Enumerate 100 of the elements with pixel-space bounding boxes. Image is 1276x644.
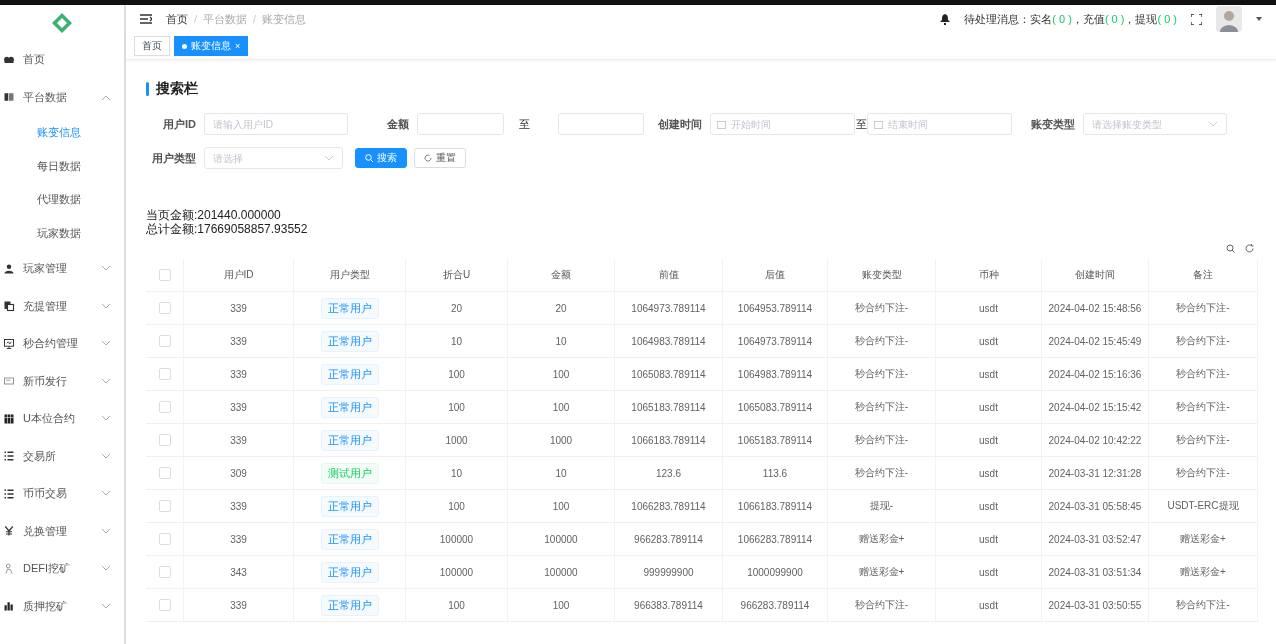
- column-header: 金额: [508, 259, 615, 292]
- table-cell: 100000: [406, 556, 508, 589]
- table-cell: 秒合约下注-: [1149, 325, 1258, 358]
- column-header: 备注: [1149, 259, 1258, 292]
- sidebar-item[interactable]: U本位合约: [0, 400, 124, 438]
- table-cell: 123.6: [615, 457, 723, 490]
- table-cell: 343: [184, 556, 294, 589]
- sidebar-item[interactable]: 平台数据: [0, 78, 124, 116]
- table-cell: 100: [406, 490, 508, 523]
- user-type-tag: 正常用户: [320, 363, 379, 385]
- person-icon: [3, 562, 15, 575]
- row-checkbox[interactable]: [158, 500, 171, 512]
- column-header: 折合U: [406, 259, 508, 292]
- book-icon: [3, 91, 15, 104]
- dropdown-icon[interactable]: [1256, 17, 1262, 21]
- list-icon: [3, 450, 15, 463]
- yen-icon: [3, 525, 15, 538]
- fullscreen-icon[interactable]: [1191, 13, 1202, 25]
- menu-icon[interactable]: [140, 14, 152, 24]
- table-cell: 100: [406, 391, 508, 424]
- user-icon: [3, 262, 15, 275]
- sidebar-item[interactable]: 质押挖矿: [0, 587, 124, 625]
- pending-messages: 待处理消息：实名( 0 )，充值( 0 )，提现( 0 ): [964, 11, 1177, 27]
- user-type-tag: 正常用户: [320, 561, 379, 583]
- bar-chart-icon: [3, 600, 15, 613]
- table-cell: 1065083.789114: [615, 358, 723, 391]
- amount-min-field[interactable]: [417, 113, 504, 135]
- select-all-checkbox[interactable]: [158, 269, 171, 281]
- submenu-item[interactable]: 每日数据: [37, 158, 81, 174]
- row-checkbox[interactable]: [158, 467, 171, 479]
- table-cell: 10: [406, 457, 508, 490]
- card-icon: [3, 375, 15, 388]
- sidebar-item[interactable]: DEFI挖矿: [0, 550, 124, 588]
- table-cell: 966283.789114: [723, 589, 828, 622]
- table-cell: usdt: [936, 457, 1042, 490]
- chevron-icon: [102, 528, 110, 534]
- user-type-tag: 正常用户: [320, 330, 379, 352]
- table-cell: 1064953.789114: [723, 292, 828, 325]
- chevron-icon: [102, 378, 110, 384]
- table-cell: 提现-: [828, 490, 936, 523]
- row-checkbox[interactable]: [158, 401, 171, 413]
- row-checkbox[interactable]: [158, 368, 171, 380]
- user-type-tag: 正常用户: [320, 396, 379, 418]
- table-cell: 100: [406, 358, 508, 391]
- sidebar-item[interactable]: 首页: [0, 41, 124, 79]
- page-tab[interactable]: 首页: [134, 36, 170, 56]
- sidebar-item[interactable]: 兑换管理: [0, 512, 124, 550]
- bell-icon[interactable]: [940, 13, 951, 25]
- table-cell: 339: [184, 490, 294, 523]
- sidebar-item[interactable]: 新币发行: [0, 362, 124, 400]
- calendar-icon: [874, 120, 883, 129]
- search-icon[interactable]: [1226, 244, 1235, 253]
- row-checkbox[interactable]: [158, 434, 171, 446]
- table-cell: usdt: [936, 292, 1042, 325]
- breadcrumb-item[interactable]: 首页: [166, 11, 188, 27]
- reset-button[interactable]: 重置: [414, 148, 466, 168]
- table-cell: 100: [508, 358, 615, 391]
- table-cell: 秒合约下注-: [828, 457, 936, 490]
- table-cell: 秒合约下注-: [828, 589, 936, 622]
- sidebar-item[interactable]: 充提管理: [0, 287, 124, 325]
- range-separator: 至: [855, 116, 867, 132]
- table-cell: 1064983.789114: [723, 358, 828, 391]
- refresh-icon[interactable]: [1245, 244, 1254, 253]
- row-checkbox[interactable]: [158, 599, 171, 611]
- table-cell: 339: [184, 358, 294, 391]
- table-cell: usdt: [936, 424, 1042, 457]
- user-type-tag: 正常用户: [320, 429, 379, 451]
- table-cell: 1000: [508, 424, 615, 457]
- table-cell: 秒合约下注-: [1149, 358, 1258, 391]
- table-cell: 秒合约下注-: [1149, 457, 1258, 490]
- table-cell: 999999900: [615, 556, 723, 589]
- table-cell: 100: [508, 490, 615, 523]
- table-cell: usdt: [936, 325, 1042, 358]
- table-cell: 113.6: [723, 457, 828, 490]
- table-cell: 赠送彩金+: [1149, 523, 1258, 556]
- submenu-item[interactable]: 代理数据: [37, 192, 81, 208]
- chevron-icon: [102, 303, 110, 309]
- row-checkbox[interactable]: [158, 335, 171, 347]
- row-checkbox[interactable]: [158, 566, 171, 578]
- field-label: 金额: [386, 116, 410, 132]
- column-header: 用户ID: [184, 259, 294, 292]
- row-checkbox[interactable]: [158, 302, 171, 314]
- table-cell: 秒合约下注-: [1149, 292, 1258, 325]
- sidebar-item[interactable]: 币币交易: [0, 475, 124, 513]
- amount-max-field[interactable]: [558, 113, 644, 135]
- row-checkbox[interactable]: [158, 533, 171, 545]
- chevron-icon: [1209, 122, 1217, 127]
- table-cell: 339: [184, 325, 294, 358]
- sidebar-item[interactable]: 玩家管理: [0, 250, 124, 288]
- table-cell: 赠送彩金+: [828, 523, 936, 556]
- table-cell: 1064973.789114: [723, 325, 828, 358]
- sidebar-item[interactable]: 交易所: [0, 437, 124, 475]
- table-cell: 2024-04-02 15:48:56: [1042, 292, 1149, 325]
- table-cell: 1065183.789114: [615, 391, 723, 424]
- column-header: 创建时间: [1042, 259, 1149, 292]
- submenu-item[interactable]: 玩家数据: [37, 225, 81, 241]
- chevron-icon: [102, 266, 110, 272]
- sidebar-item[interactable]: 秒合约管理: [0, 325, 124, 363]
- table-cell: 966283.789114: [615, 523, 723, 556]
- table-cell: 100: [508, 589, 615, 622]
